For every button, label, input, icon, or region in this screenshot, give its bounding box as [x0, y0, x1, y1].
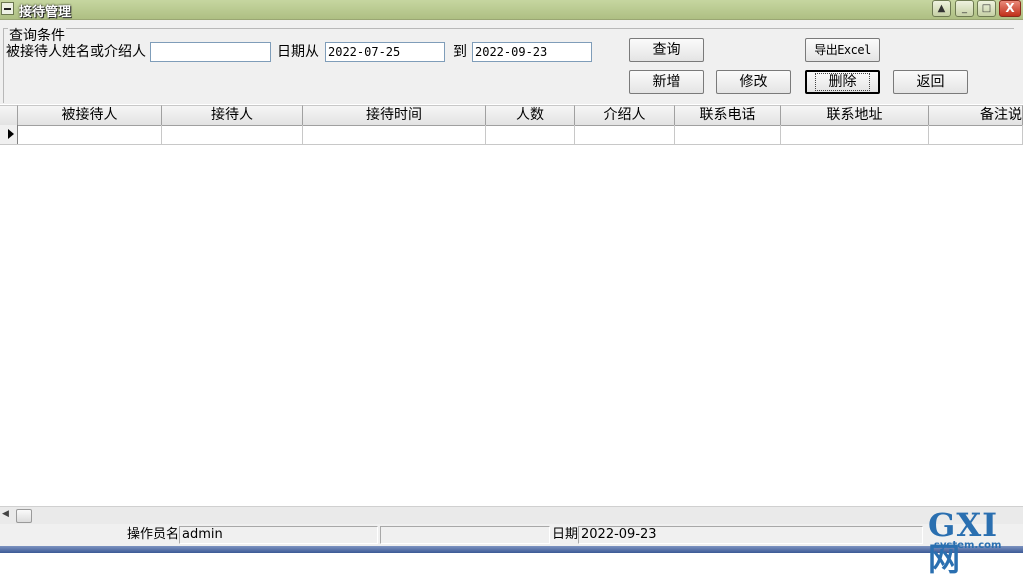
column-header[interactable]: 被接待人: [18, 105, 162, 125]
query-panel: 查询条件 被接待人姓名或介绍人 日期从 2022-07-25 到 2022-09…: [0, 20, 1023, 104]
add-button[interactable]: 新增: [629, 70, 704, 94]
window-title: 接待管理: [19, 5, 72, 20]
operator-label: 操作员名: [127, 527, 180, 542]
column-header[interactable]: 联系电话: [675, 105, 781, 125]
date-from-input[interactable]: 2022-07-25: [325, 42, 445, 62]
column-header[interactable]: 接待时间: [303, 105, 486, 125]
help-button[interactable]: ▲: [932, 0, 951, 17]
date-value: 2022-09-23: [578, 526, 923, 544]
column-header[interactable]: 接待人: [162, 105, 303, 125]
table-cell[interactable]: [486, 125, 575, 144]
table-cell[interactable]: [303, 125, 486, 144]
title-bar: 接待管理 ▲ _ □ X: [0, 0, 1023, 20]
grid-header: 被接待人 接待人 接待时间 人数 介绍人 联系电话 联系地址 备注说: [0, 105, 1023, 126]
edit-button[interactable]: 修改: [716, 70, 791, 94]
table-cell[interactable]: [18, 125, 162, 144]
watermark-sub: system.com: [934, 540, 1002, 551]
table-cell[interactable]: [575, 125, 675, 144]
column-header[interactable]: 联系地址: [781, 105, 929, 125]
column-header[interactable]: 人数: [486, 105, 575, 125]
name-label: 被接待人姓名或介绍人: [6, 44, 146, 60]
export-excel-button[interactable]: 导出Excel: [805, 38, 880, 62]
row-header[interactable]: [0, 125, 18, 144]
reception-grid[interactable]: 被接待人 接待人 接待时间 人数 介绍人 联系电话 联系地址 备注说: [0, 105, 1023, 506]
watermark-logo: GXI网 system.com: [928, 508, 1023, 576]
column-header[interactable]: 备注说: [929, 105, 1023, 125]
table-cell[interactable]: [781, 125, 929, 144]
header-corner: [0, 105, 18, 125]
delete-button[interactable]: 删除: [805, 70, 880, 94]
maximize-button[interactable]: □: [977, 0, 996, 17]
delete-button-label: 删除: [815, 73, 870, 91]
close-button[interactable]: X: [999, 0, 1021, 17]
query-button[interactable]: 查询: [629, 38, 704, 62]
column-header[interactable]: 介绍人: [575, 105, 675, 125]
system-menu-icon[interactable]: [1, 2, 14, 15]
scrollbar-thumb[interactable]: [16, 509, 32, 523]
table-cell[interactable]: [675, 125, 781, 144]
name-input[interactable]: [150, 42, 271, 62]
back-button[interactable]: 返回: [893, 70, 968, 94]
minimize-button[interactable]: _: [955, 0, 974, 17]
table-row[interactable]: [0, 125, 1023, 145]
date-to-input[interactable]: 2022-09-23: [472, 42, 592, 62]
status-bar: 操作员名 admin 日期 2022-09-23: [0, 524, 1023, 546]
table-cell[interactable]: [162, 125, 303, 144]
operator-value: admin: [179, 526, 378, 544]
status-spacer: [380, 526, 550, 544]
taskbar-strip: [0, 546, 1023, 553]
current-row-arrow-icon: [8, 129, 14, 139]
date-label: 日期: [552, 527, 579, 542]
date-from-label: 日期从: [277, 44, 319, 60]
date-to-label: 到: [453, 44, 467, 60]
scroll-left-icon[interactable]: ◀: [2, 509, 9, 519]
horizontal-scrollbar[interactable]: ◀: [0, 506, 1023, 525]
table-cell[interactable]: [929, 125, 1023, 144]
query-group-title: 查询条件: [8, 28, 66, 44]
